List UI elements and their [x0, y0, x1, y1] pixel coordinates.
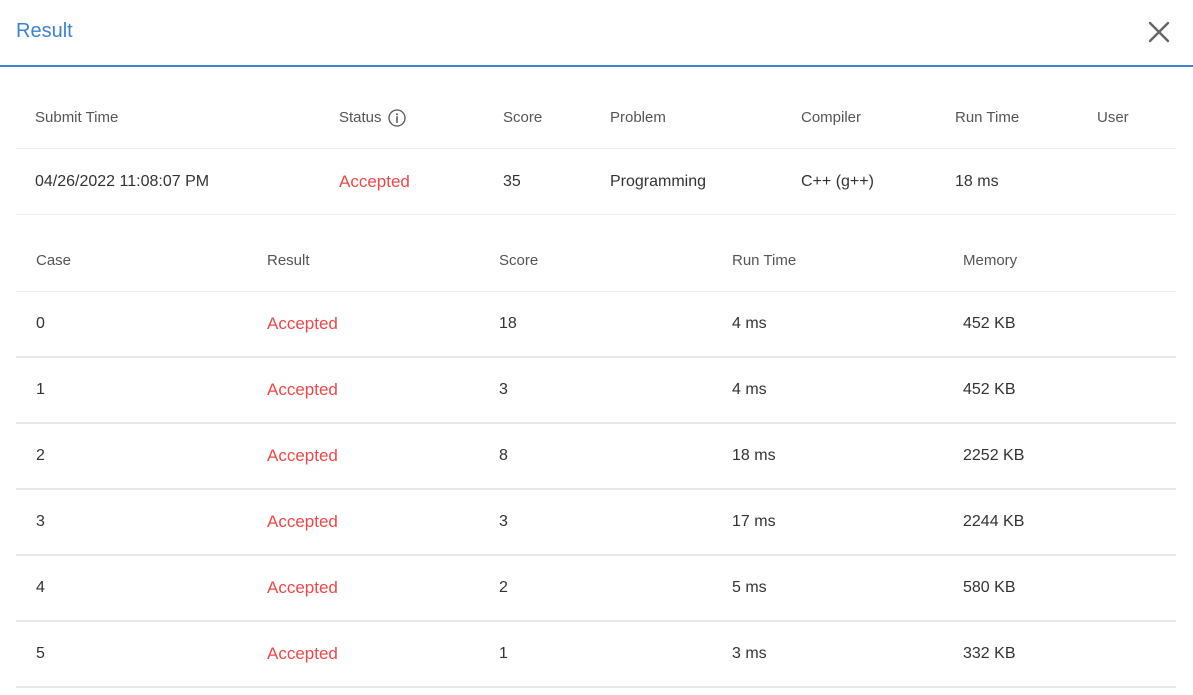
case-score: 3: [499, 381, 508, 398]
compiler-value: C++ (g++): [801, 172, 874, 190]
case-memory: 452 KB: [963, 381, 1016, 398]
case-number: 5: [36, 645, 45, 662]
col-problem-header: Problem: [610, 109, 666, 126]
col-run-time-header: Run Time: [732, 251, 797, 269]
case-result: Accepted: [267, 512, 338, 531]
case-memory: 452 KB: [963, 315, 1016, 332]
case-memory: 580 KB: [963, 579, 1016, 596]
status-header-label: Status: [339, 109, 382, 126]
case-run-time: 18 ms: [732, 447, 776, 464]
case-number: 1: [36, 381, 45, 398]
col-user-header: User: [1097, 109, 1129, 126]
case-result: Accepted: [267, 314, 338, 333]
submission-summary-table: Submit Time Status Score Problem Compile…: [16, 87, 1176, 215]
summary-header-row: Submit Time Status Score Problem Compile…: [16, 87, 1176, 149]
col-compiler-header: Compiler: [801, 109, 862, 126]
table-row: 2 Accepted 8 18 ms 2252 KB: [16, 424, 1176, 490]
case-number: 4: [36, 579, 45, 596]
case-memory: 2244 KB: [963, 513, 1025, 530]
submit-time-value: 04/26/2022 11:08:07 PM: [35, 172, 210, 190]
case-score: 3: [499, 513, 508, 530]
case-run-time: 4 ms: [732, 381, 767, 398]
info-icon[interactable]: [387, 108, 406, 127]
table-row: 1 Accepted 3 4 ms 452 KB: [16, 358, 1176, 424]
col-score-header: Score: [503, 109, 543, 126]
case-result: Accepted: [267, 578, 338, 597]
result-dialog: Result Submit Time Status Score Problem …: [0, 0, 1193, 695]
case-result: Accepted: [267, 644, 338, 663]
problem-value[interactable]: Programming: [610, 149, 706, 214]
status-value: Accepted: [339, 171, 410, 191]
col-score-header: Score: [499, 251, 539, 269]
case-run-time: 3 ms: [732, 645, 767, 662]
dialog-header: Result: [0, 0, 1193, 67]
case-score: 18: [499, 315, 517, 332]
case-run-time: 17 ms: [732, 513, 776, 530]
col-status-header: Status: [339, 87, 406, 148]
case-run-time: 4 ms: [732, 315, 767, 332]
case-memory: 2252 KB: [963, 447, 1025, 464]
score-value: 35: [503, 172, 521, 190]
case-score: 8: [499, 447, 508, 464]
case-result: Accepted: [267, 446, 338, 465]
col-result-header: Result: [267, 251, 310, 269]
dialog-title: Result: [16, 20, 73, 42]
case-score: 2: [499, 579, 508, 596]
col-memory-header: Memory: [963, 251, 1018, 269]
case-number: 0: [36, 315, 45, 332]
close-icon: [1148, 21, 1170, 43]
close-button[interactable]: [1147, 20, 1171, 44]
col-case-header: Case: [36, 251, 72, 269]
case-run-time: 5 ms: [732, 579, 767, 596]
table-row: 4 Accepted 2 5 ms 580 KB: [16, 556, 1176, 622]
cases-header-row: Case Result Score Run Time Memory: [16, 229, 1176, 292]
case-number: 3: [36, 513, 45, 530]
run-time-value: 18 ms: [955, 172, 999, 190]
test-cases-table: Case Result Score Run Time Memory 0 Acce…: [16, 229, 1176, 688]
col-submit-time-header: Submit Time: [35, 109, 119, 126]
table-row: 5 Accepted 1 3 ms 332 KB: [16, 622, 1176, 688]
table-row: 3 Accepted 3 17 ms 2244 KB: [16, 490, 1176, 556]
case-score: 1: [499, 645, 508, 662]
case-result: Accepted: [267, 380, 338, 399]
col-run-time-header: Run Time: [955, 109, 1020, 126]
summary-data-row: 04/26/2022 11:08:07 PM Accepted 35 Progr…: [16, 149, 1176, 215]
case-memory: 332 KB: [963, 645, 1016, 662]
table-row: 0 Accepted 18 4 ms 452 KB: [16, 292, 1176, 358]
case-number: 2: [36, 447, 45, 464]
